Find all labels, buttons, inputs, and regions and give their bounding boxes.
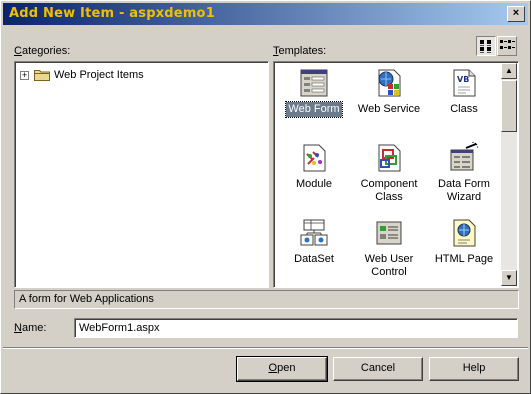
window-title: Add New Item - aspxdemo1	[9, 6, 215, 21]
dataset-icon	[300, 219, 328, 246]
web-service-icon	[378, 69, 401, 97]
template-label: DataSet	[294, 253, 334, 265]
categories-label: Categories:	[14, 45, 71, 57]
name-label: Name:	[14, 322, 47, 334]
module-icon	[303, 144, 326, 172]
scroll-down-button[interactable]: ▼	[501, 270, 517, 286]
html-page-icon	[453, 219, 476, 247]
help-button[interactable]: Help	[429, 357, 519, 381]
large-icons-button[interactable]	[476, 36, 496, 56]
name-input[interactable]: WebForm1.aspx	[74, 318, 518, 338]
large-icons-view-icon	[480, 40, 491, 53]
template-web-user-control[interactable]: Web User Control	[351, 217, 427, 280]
close-button[interactable]: ×	[507, 6, 525, 22]
cancel-button[interactable]: Cancel	[333, 357, 423, 381]
categories-tree[interactable]: + Web Project Items	[14, 61, 269, 288]
templates-label: Templates:	[273, 45, 327, 57]
template-label: Web Form	[285, 101, 343, 118]
template-label: Component Class	[360, 178, 418, 203]
template-class[interactable]: VB Class	[426, 67, 502, 117]
svg-text:VB: VB	[457, 75, 469, 84]
template-label: Web User Control	[364, 253, 414, 278]
small-icons-button[interactable]	[497, 36, 517, 56]
title-bar[interactable]: Add New Item - aspxdemo1 ×	[3, 3, 528, 25]
templates-scrollbar[interactable]: ▲ ▼	[501, 63, 517, 286]
add-new-item-dialog: Add New Item - aspxdemo1 × Categories: T…	[0, 0, 531, 394]
template-label: Data Form Wizard	[438, 178, 490, 203]
template-data-form-wizard[interactable]: Data Form Wizard	[426, 142, 502, 205]
template-component-class[interactable]: Component Class	[351, 142, 427, 205]
tree-item-web-project-items[interactable]: + Web Project Items	[20, 67, 144, 83]
data-form-wizard-icon	[450, 142, 478, 171]
template-label: Class	[450, 103, 478, 115]
template-label: HTML Page	[434, 253, 494, 265]
folder-icon	[34, 70, 50, 81]
template-dataset[interactable]: DataSet	[276, 217, 352, 267]
small-icons-view-icon	[500, 40, 515, 49]
expand-icon[interactable]: +	[20, 70, 29, 80]
arrow-down-icon: ▼	[505, 273, 513, 282]
close-icon: ×	[512, 7, 520, 19]
template-description: A form for Web Applications	[14, 290, 519, 309]
tree-item-label: Web Project Items	[54, 69, 144, 81]
web-user-control-icon	[376, 221, 402, 245]
scroll-thumb[interactable]	[501, 80, 517, 132]
template-web-form[interactable]: Web Form	[276, 67, 352, 118]
template-html-page[interactable]: HTML Page	[426, 217, 502, 267]
template-label: Web Service	[357, 103, 421, 115]
scroll-up-button[interactable]: ▲	[501, 63, 517, 79]
template-web-service[interactable]: Web Service	[351, 67, 427, 117]
arrow-up-icon: ▲	[505, 66, 513, 75]
open-button[interactable]: Open	[236, 356, 328, 382]
class-icon: VB	[453, 69, 476, 97]
templates-list[interactable]: Web Form Web Service VB Class Module Com…	[273, 61, 519, 288]
component-class-icon	[378, 144, 401, 172]
web-form-icon	[300, 69, 328, 97]
template-module[interactable]: Module	[276, 142, 352, 192]
separator	[3, 347, 528, 349]
template-label: Module	[295, 178, 333, 190]
